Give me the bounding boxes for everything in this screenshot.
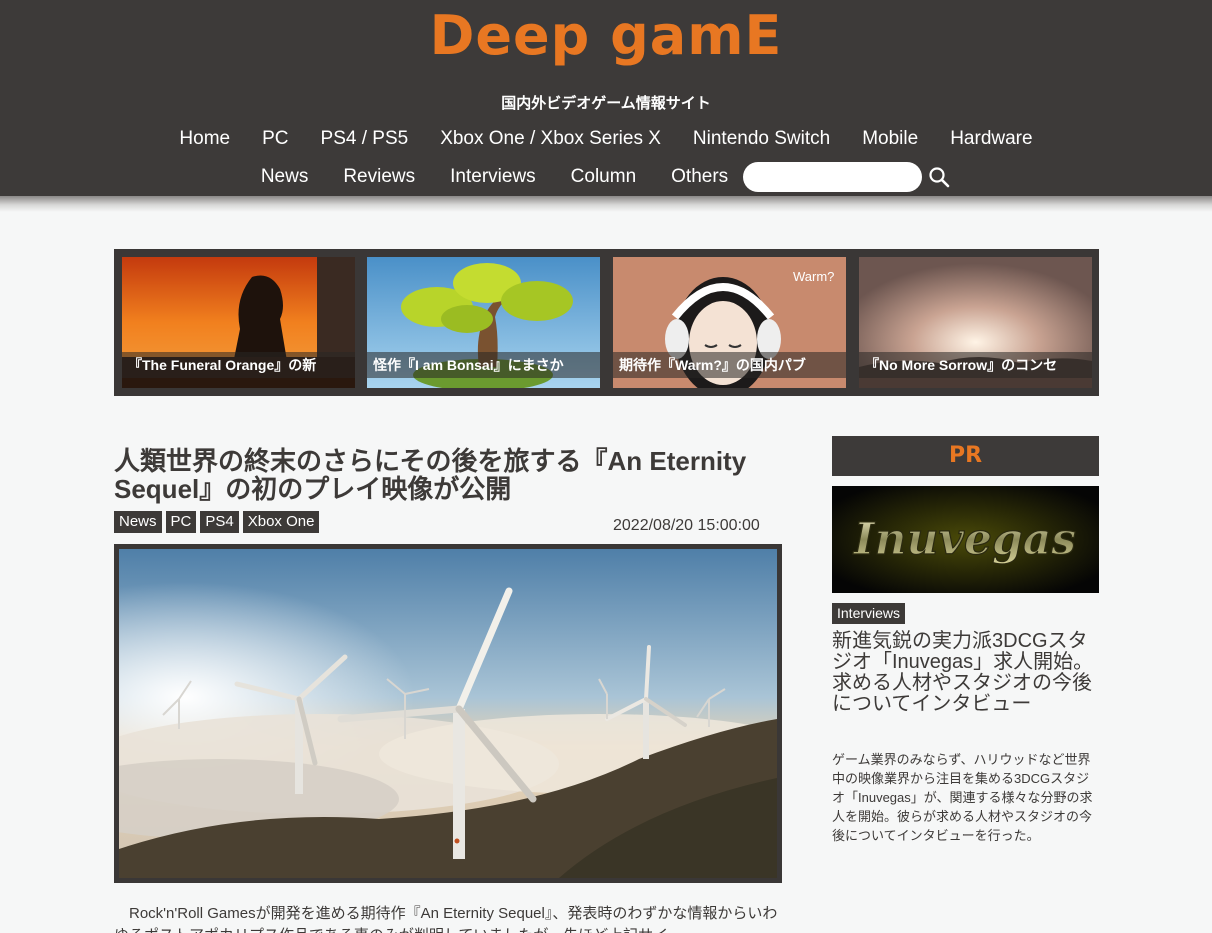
tag-xbox-one[interactable]: Xbox One xyxy=(242,511,320,533)
featured-caption: 期待作『Warm?』の国内パブ xyxy=(613,352,846,378)
article-date: 2022/08/20 15:00:00 xyxy=(613,517,760,534)
tag-ps4[interactable]: PS4 xyxy=(200,511,239,533)
featured-card[interactable]: 怪作『I am Bonsai』にまさか xyxy=(367,257,600,388)
nav-mobile[interactable]: Mobile xyxy=(862,127,918,151)
featured-carousel: 『The Funeral Orange』の新 怪作『I am Bonsai』にま… xyxy=(114,249,1099,396)
featured-card[interactable]: Warm? 期待作『Warm?』の国内パブ xyxy=(613,257,846,388)
nav-ps4-ps5[interactable]: PS4 / PS5 xyxy=(321,127,409,151)
site-tagline: 国内外ビデオゲーム情報サイト xyxy=(501,95,711,112)
search-input[interactable] xyxy=(743,162,923,192)
featured-caption: 怪作『I am Bonsai』にまさか xyxy=(367,352,600,378)
nav-interviews[interactable]: Interviews xyxy=(450,165,536,189)
site-header: Deep gamE 国内外ビデオゲーム情報サイト Home PC PS4 / P… xyxy=(0,0,1212,196)
nav-column[interactable]: Column xyxy=(571,165,636,189)
featured-caption: 『No More Sorrow』のコンセ xyxy=(859,352,1092,378)
category-nav: News Reviews Interviews Column Others xyxy=(0,162,1212,192)
nav-xbox[interactable]: Xbox One / Xbox Series X xyxy=(440,127,661,151)
nav-hardware[interactable]: Hardware xyxy=(950,127,1032,151)
sidebar-article-title[interactable]: 新進気鋭の実力派3DCGスタジオ「Inuvegas」求人開始。求める人材やスタジ… xyxy=(832,631,1099,715)
nav-others[interactable]: Others xyxy=(671,165,728,189)
inuvegas-logo: Inuvegas xyxy=(832,486,1099,593)
article-title: 人類世界の終末のさらにその後を旅する『An Eternity Sequel』の初… xyxy=(114,446,747,504)
featured-image-text: Warm? xyxy=(793,269,834,284)
banner-text: Inuvegas xyxy=(852,514,1076,565)
search-icon[interactable] xyxy=(927,165,951,189)
nav-news[interactable]: News xyxy=(261,165,309,189)
article-hero-image xyxy=(114,544,782,883)
pr-banner[interactable]: Inuvegas xyxy=(832,486,1099,593)
main-nav: Home PC PS4 / PS5 Xbox One / Xbox Series… xyxy=(0,127,1212,151)
nav-pc[interactable]: PC xyxy=(262,127,288,151)
featured-card[interactable]: 『The Funeral Orange』の新 xyxy=(122,257,355,388)
article-tags: News PC PS4 Xbox One xyxy=(114,511,320,533)
nav-reviews[interactable]: Reviews xyxy=(343,165,415,189)
article-body: Rock'n'Roll Gamesが開発を進める期待作『An Eternity … xyxy=(114,905,778,933)
hero-image-windmills xyxy=(119,549,777,878)
sidebar-article-description: ゲーム業界のみならず、ハリウッドなど世界中の映像業界から注目を集める3DCGスタ… xyxy=(832,752,1093,843)
featured-caption: 『The Funeral Orange』の新 xyxy=(122,352,355,378)
tag-pc[interactable]: PC xyxy=(165,511,197,533)
sidebar-tag-interviews[interactable]: Interviews xyxy=(832,603,906,624)
tag-news[interactable]: News xyxy=(114,511,162,533)
pr-heading: PR xyxy=(832,436,1099,476)
nav-home[interactable]: Home xyxy=(179,127,230,151)
featured-card[interactable]: 『No More Sorrow』のコンセ xyxy=(859,257,1092,388)
nav-nintendo-switch[interactable]: Nintendo Switch xyxy=(693,127,830,151)
header-shadow xyxy=(0,196,1212,212)
site-logo[interactable]: Deep gamE xyxy=(0,4,1212,67)
